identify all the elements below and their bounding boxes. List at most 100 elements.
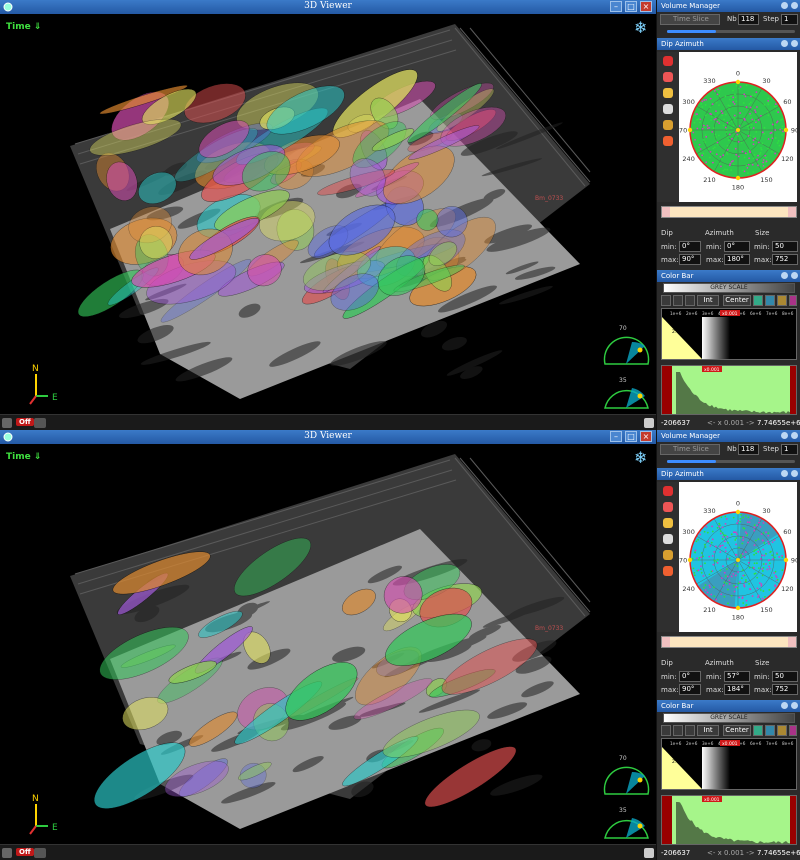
minimize-button[interactable]: – <box>610 1 622 12</box>
layers-icon[interactable] <box>2 848 12 858</box>
elevation-gauge[interactable]: 70 <box>603 755 650 795</box>
filter-icon[interactable] <box>663 518 673 528</box>
dip-max-input[interactable]: 90° <box>679 684 701 695</box>
slice-mode-select[interactable]: Time Slice <box>660 14 720 25</box>
pin-icon[interactable] <box>781 40 788 47</box>
close-panel-icon[interactable] <box>791 40 798 47</box>
colormap-select[interactable]: GREY SCALE <box>663 283 795 293</box>
swatch-green-icon[interactable] <box>753 295 763 306</box>
pin-icon[interactable] <box>781 2 788 9</box>
azimuth-gauge[interactable]: 35 <box>604 377 649 409</box>
filter-icon[interactable] <box>663 88 673 98</box>
int-button[interactable]: Int <box>697 295 719 306</box>
dropper-icon[interactable] <box>673 295 683 306</box>
size-max-input[interactable]: 752 <box>772 254 798 265</box>
step-input[interactable]: 1 <box>781 14 798 25</box>
az-min-input[interactable]: 0° <box>724 241 750 252</box>
size-min-input[interactable]: 50 <box>772 671 798 682</box>
camera-icon[interactable] <box>34 848 46 858</box>
3d-viewer[interactable]: 3D Viewer – □ × Time ⇓ ❄ Bm_0733 N E 70 … <box>0 430 656 860</box>
slice-slider[interactable] <box>667 30 795 33</box>
swatch-purple-icon[interactable] <box>789 295 797 306</box>
az-max-input[interactable]: 180° <box>724 254 750 265</box>
dip-min-input[interactable]: 0° <box>679 241 701 252</box>
az-max-input[interactable]: 184° <box>724 684 750 695</box>
dip-min-input[interactable]: 0° <box>679 671 701 682</box>
dip-max-input[interactable]: 90° <box>679 254 701 265</box>
transfer-function-editor[interactable]: 1e+62e+63e+64e+65e+66e+67e+68e+6x0.0012.… <box>661 308 797 360</box>
triangle-icon[interactable] <box>685 725 695 736</box>
zoom-icon[interactable] <box>663 104 673 114</box>
triangle-icon[interactable] <box>685 295 695 306</box>
resize-grip-icon[interactable] <box>644 418 654 428</box>
layers-icon[interactable] <box>2 418 12 428</box>
step-input[interactable]: 1 <box>781 444 798 455</box>
off-toggle[interactable]: Off <box>16 418 34 426</box>
camera-icon[interactable] <box>34 418 46 428</box>
3d-viewer[interactable]: 3D Viewer – □ × Time ⇓ ❄ Bm_0733 N E 70 … <box>0 0 656 430</box>
swatch-purple-icon[interactable] <box>789 725 797 736</box>
seismic-3d-scene[interactable]: Bm_0733 N E 70 35 <box>0 14 656 414</box>
swatch-green-icon[interactable] <box>753 725 763 736</box>
swatch-orange-icon[interactable] <box>777 725 787 736</box>
selection-icon[interactable] <box>663 136 673 146</box>
slice-slider[interactable] <box>667 460 795 463</box>
pin-icon[interactable] <box>781 470 788 477</box>
azimuth-gauge[interactable]: 35 <box>604 807 649 839</box>
center-button[interactable]: Center <box>723 725 751 736</box>
elevation-gauge[interactable]: 70 <box>603 325 650 365</box>
polar-chart[interactable]: 0 30 60 90 120 150 180 210 240 270 300 330 <box>675 482 799 632</box>
int-button[interactable]: Int <box>697 725 719 736</box>
palette-icon[interactable] <box>661 295 671 306</box>
maximize-button[interactable]: □ <box>625 1 637 12</box>
dip-range-strip[interactable] <box>661 636 797 648</box>
colormap-select[interactable]: GREY SCALE <box>663 713 795 723</box>
lasso-icon[interactable] <box>663 550 673 560</box>
seismic-3d-scene[interactable]: Bm_0733 N E 70 35 <box>0 444 656 844</box>
amplitude-histogram[interactable]: x0.001 <box>661 795 797 845</box>
reset-icon[interactable] <box>663 486 673 496</box>
swatch-orange-icon[interactable] <box>777 295 787 306</box>
reset-icon[interactable] <box>663 56 673 66</box>
lasso-icon[interactable] <box>663 120 673 130</box>
export-icon[interactable] <box>663 72 673 82</box>
export-icon[interactable] <box>663 502 673 512</box>
center-button[interactable]: Center <box>723 295 751 306</box>
maximize-button[interactable]: □ <box>625 431 637 442</box>
size-min-label: min: <box>754 673 770 681</box>
nb-input[interactable]: 118 <box>738 444 759 455</box>
pin-icon[interactable] <box>781 702 788 709</box>
close-button[interactable]: × <box>640 431 652 442</box>
close-panel-icon[interactable] <box>791 470 798 477</box>
off-toggle[interactable]: Off <box>16 848 34 856</box>
slice-mode-select[interactable]: Time Slice <box>660 444 720 455</box>
stereonet-plot[interactable]: 0 30 60 90 120 150 180 210 240 270 300 330 <box>675 482 799 632</box>
dip-range-strip[interactable] <box>661 206 797 218</box>
compass-east: E <box>52 393 58 403</box>
dropper-icon[interactable] <box>673 725 683 736</box>
stereonet-plot[interactable]: 0 30 60 90 120 150 180 210 240 270 300 330 <box>675 52 799 202</box>
transfer-function-plot[interactable]: 1e+62e+63e+64e+65e+66e+67e+68e+6x0.0012.… <box>662 309 796 359</box>
amplitude-histogram[interactable]: x0.001 <box>661 365 797 415</box>
minimize-button[interactable]: – <box>610 431 622 442</box>
transfer-function-editor[interactable]: 1e+62e+63e+64e+65e+66e+67e+68e+6x0.0012.… <box>661 738 797 790</box>
resize-grip-icon[interactable] <box>644 848 654 858</box>
close-panel-icon[interactable] <box>791 432 798 439</box>
selection-icon[interactable] <box>663 566 673 576</box>
close-button[interactable]: × <box>640 1 652 12</box>
nb-input[interactable]: 118 <box>738 14 759 25</box>
zoom-icon[interactable] <box>663 534 673 544</box>
swatch-blue-icon[interactable] <box>765 295 775 306</box>
size-max-input[interactable]: 752 <box>772 684 798 695</box>
close-panel-icon[interactable] <box>791 2 798 9</box>
pin-icon[interactable] <box>781 432 788 439</box>
swatch-blue-icon[interactable] <box>765 725 775 736</box>
size-min-input[interactable]: 50 <box>772 241 798 252</box>
transfer-function-plot[interactable]: 1e+62e+63e+64e+65e+66e+67e+68e+6x0.0012.… <box>662 739 796 789</box>
close-panel-icon[interactable] <box>791 702 798 709</box>
pin-icon[interactable] <box>781 272 788 279</box>
close-panel-icon[interactable] <box>791 272 798 279</box>
polar-chart[interactable]: 0 30 60 90 120 150 180 210 240 270 300 330 <box>675 52 799 202</box>
palette-icon[interactable] <box>661 725 671 736</box>
az-min-input[interactable]: 57° <box>724 671 750 682</box>
